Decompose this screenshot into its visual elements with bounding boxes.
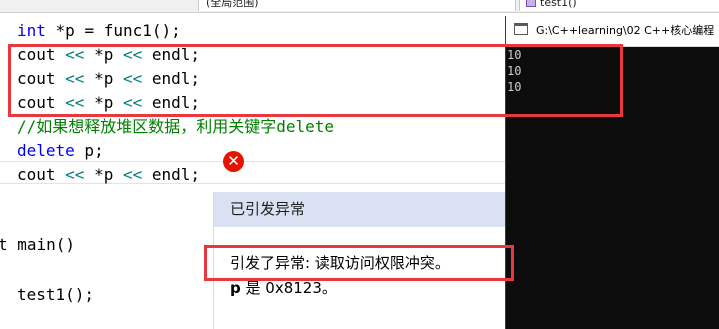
annotation-highlight-code bbox=[8, 44, 623, 117]
exception-detail-text: 是 0x8123。 bbox=[240, 279, 337, 297]
code-line-current[interactable]: cout << *p << endl; bbox=[17, 163, 200, 187]
error-icon[interactable]: ✕ bbox=[223, 151, 244, 172]
code-line-1-keyword: int bbox=[17, 21, 46, 40]
code-line-comment[interactable]: //如果想释放堆区数据，利用关键字delete bbox=[17, 115, 334, 139]
exception-title: 已引发异常 bbox=[214, 192, 506, 227]
code-line-1[interactable]: int *p = func1(); bbox=[17, 19, 181, 43]
code-line-delete-rest: p; bbox=[74, 141, 104, 160]
code-line-current-cout: cout bbox=[17, 165, 66, 184]
code-line-call[interactable]: test1(); bbox=[17, 283, 94, 307]
scope-dropdown[interactable]: (全局范围) bbox=[198, 0, 516, 11]
console-title: G:\C++learning\02 C++核心编程 bbox=[536, 24, 715, 37]
code-line-current-op-2: << bbox=[122, 165, 143, 184]
code-line-current-rest: *p << endl; bbox=[84, 165, 201, 184]
code-line-delete[interactable]: delete p; bbox=[17, 139, 104, 163]
function-cube-icon bbox=[526, 0, 536, 7]
function-dropdown-label: test1() bbox=[540, 0, 577, 9]
code-line-main[interactable]: t main() bbox=[0, 233, 75, 257]
exception-detail-var: p bbox=[230, 279, 241, 297]
code-line-delete-keyword: delete bbox=[17, 141, 75, 160]
annotation-highlight-message bbox=[204, 245, 514, 281]
navigation-bar: (全局范围) test1() bbox=[0, 0, 719, 13]
console-titlebar[interactable]: G:\C++learning\02 C++核心编程 bbox=[506, 16, 719, 47]
function-dropdown[interactable]: test1() bbox=[519, 0, 719, 11]
code-line-current-op: << bbox=[65, 165, 85, 184]
code-line-1-rest: *p = func1(); bbox=[45, 21, 181, 40]
console-window-icon bbox=[514, 23, 528, 35]
